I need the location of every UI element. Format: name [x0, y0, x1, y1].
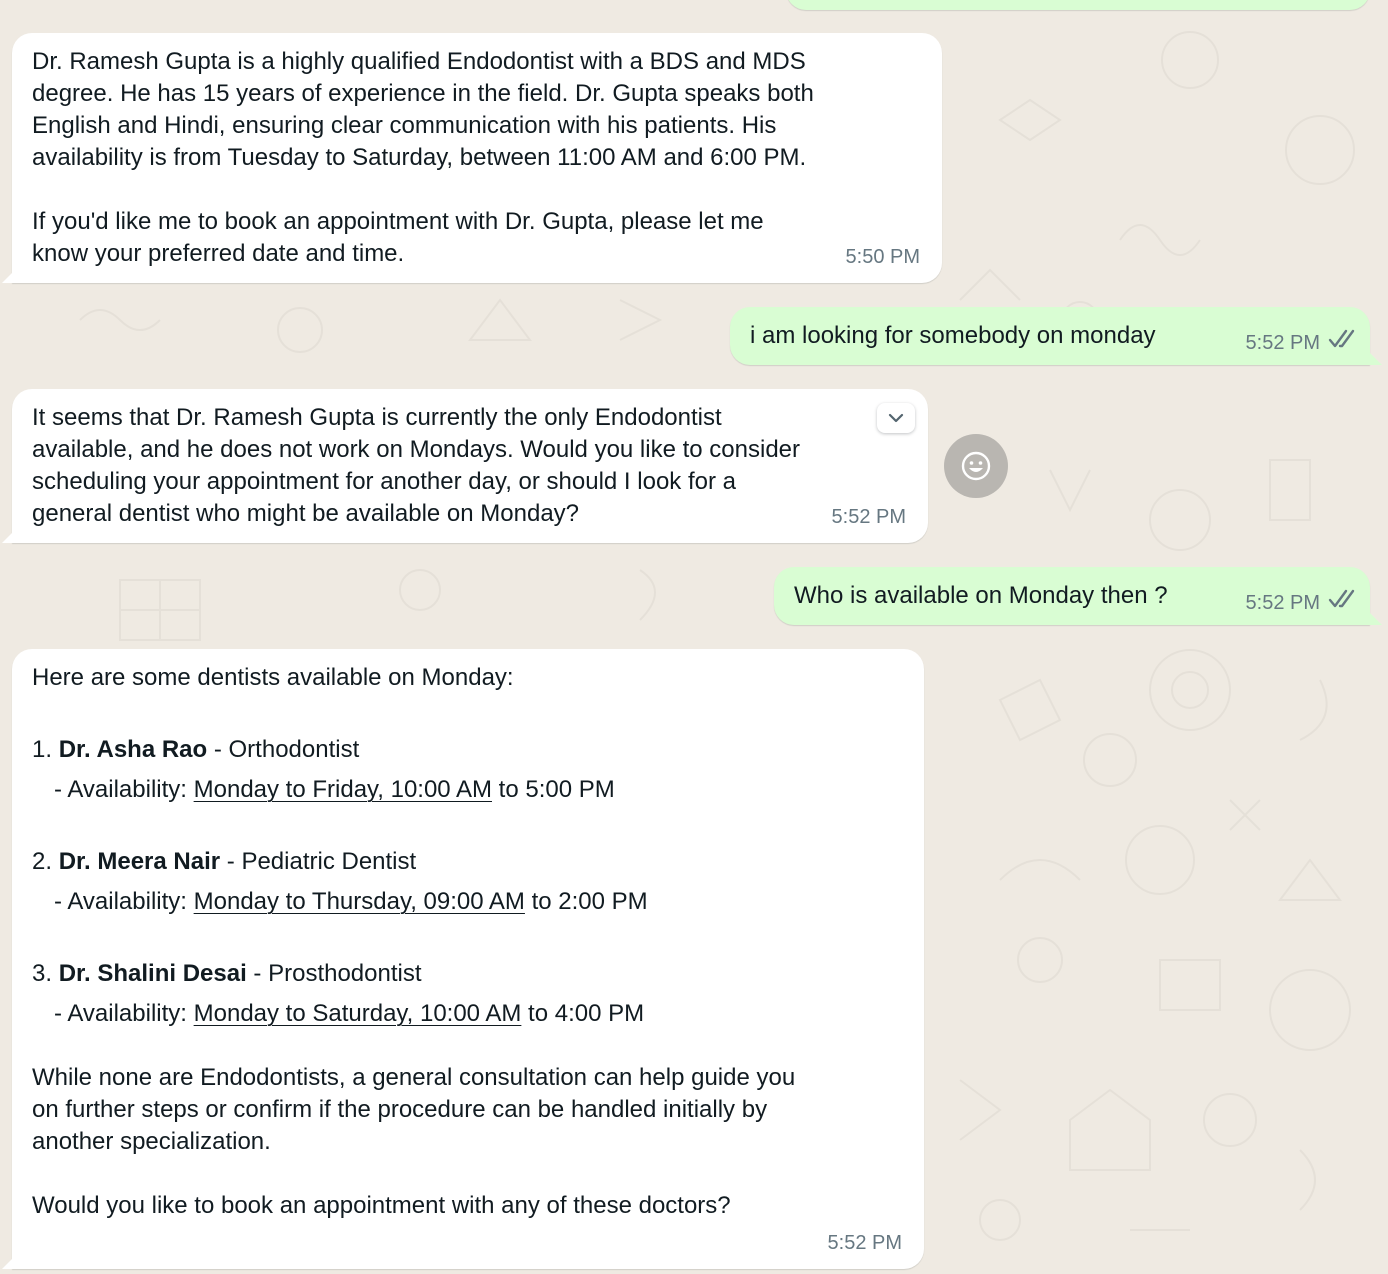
message-menu-button[interactable] — [877, 403, 915, 433]
incoming-message-doctor-profile[interactable]: Dr. Ramesh Gupta is a highly qualified E… — [12, 33, 942, 283]
react-button[interactable] — [944, 434, 1008, 498]
availability-link[interactable]: Monday to Saturday, 10:00 AM — [194, 1000, 522, 1027]
availability-line: - Availability: Monday to Saturday, 10:0… — [54, 1000, 645, 1027]
list-question: Would you like to book an appointment wi… — [32, 1192, 731, 1219]
double-check-icon — [1328, 329, 1355, 348]
message-timestamp: 5:52 PM — [1245, 332, 1320, 354]
doctor-specialty: - Orthodontist — [207, 736, 360, 763]
message-timestamp: 5:50 PM — [845, 246, 920, 268]
doctor-name: Dr. Shalini Desai — [58, 960, 247, 987]
message-timestamp: 5:52 PM — [831, 506, 906, 528]
smiley-icon — [961, 451, 991, 481]
doctor-name: Dr. Asha Rao — [58, 736, 208, 763]
outgoing-message-who-available[interactable]: Who is available on Monday then ? 5:52 P… — [774, 567, 1370, 625]
list-note: While none are Endodontists, a general c… — [32, 1064, 796, 1155]
message-text: Dr. Ramesh Gupta is a highly qualified E… — [32, 48, 814, 267]
message-text: Who is available on Monday then ? — [794, 582, 1168, 609]
message-text: i am looking for somebody on monday — [750, 322, 1156, 349]
list-item: 2. Dr. Meera Nair - Pediatric Dentist — [32, 848, 417, 875]
list-item: 3. Dr. Shalini Desai - Prosthodontist — [32, 960, 422, 987]
previous-outgoing-message[interactable] — [786, 0, 1370, 10]
incoming-message-no-endodontist-monday[interactable]: It seems that Dr. Ramesh Gupta is curren… — [12, 389, 928, 543]
availability-link[interactable]: Monday to Friday, 10:00 AM — [194, 776, 492, 803]
message-text: It seems that Dr. Ramesh Gupta is curren… — [32, 404, 801, 527]
chevron-down-icon — [888, 413, 904, 423]
availability-line: - Availability: Monday to Thursday, 09:0… — [54, 888, 648, 915]
message-timestamp: 5:52 PM — [1245, 592, 1320, 614]
doctor-name: Dr. Meera Nair — [58, 848, 221, 875]
double-check-icon — [1328, 589, 1355, 608]
incoming-message-dentist-list[interactable]: Here are some dentists available on Mond… — [12, 649, 924, 1269]
list-intro: Here are some dentists available on Mond… — [32, 664, 514, 691]
message-timestamp: 5:52 PM — [827, 1232, 902, 1254]
list-item: 1. Dr. Asha Rao - Orthodontist — [32, 736, 360, 763]
doctor-specialty: - Pediatric Dentist — [220, 848, 417, 875]
availability-link[interactable]: Monday to Thursday, 09:00 AM — [194, 888, 525, 915]
availability-line: - Availability: Monday to Friday, 10:00 … — [54, 776, 615, 803]
outgoing-message-monday-request[interactable]: i am looking for somebody on monday 5:52… — [730, 307, 1370, 365]
doctor-specialty: - Prosthodontist — [246, 960, 422, 987]
